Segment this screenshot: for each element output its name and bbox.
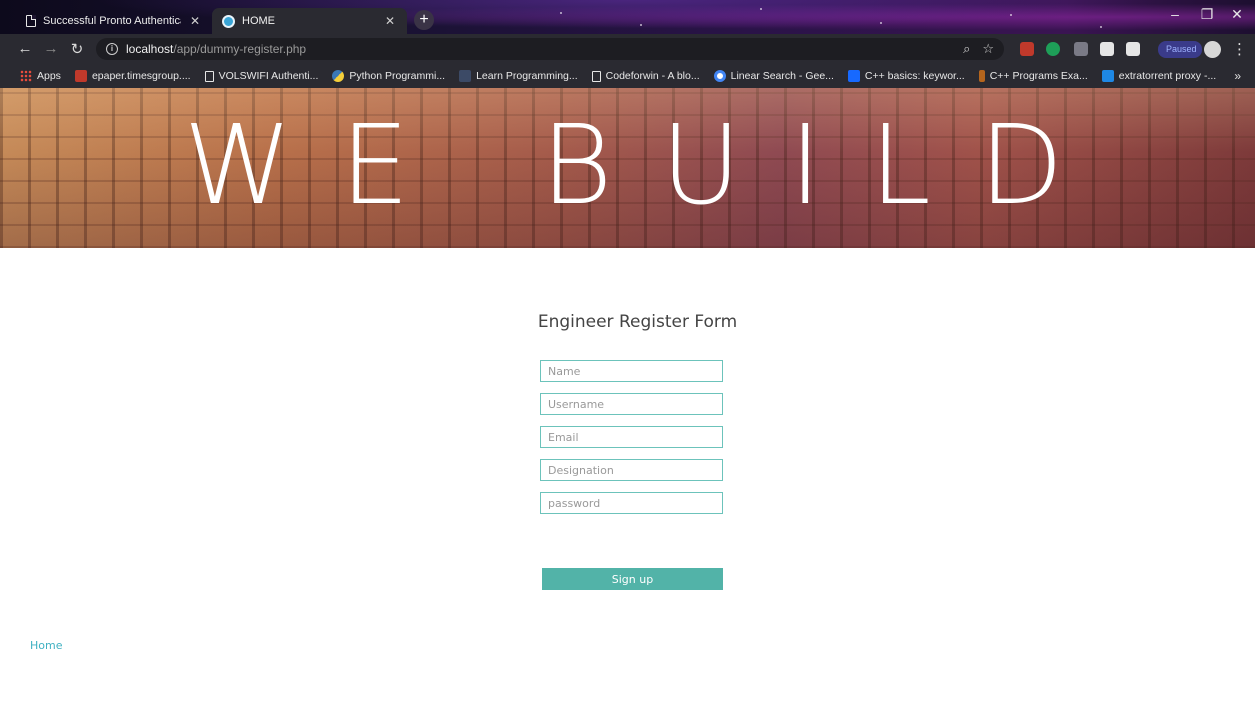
minimize-icon[interactable]: – <box>1160 6 1190 22</box>
name-input[interactable] <box>540 360 723 382</box>
bookmark-volswifi[interactable]: VOLSWIFI Authenti... <box>204 70 319 82</box>
browser-toolbar: ← → ↻ i localhost/app/dummy-register.php… <box>0 34 1255 64</box>
avatar[interactable] <box>1204 41 1221 58</box>
tab-title: HOME <box>242 15 275 27</box>
bookmark-cpp-basics[interactable]: C++ basics: keywor... <box>847 70 965 82</box>
tab-strip: Successful Pronto Authentication ✕ HOME … <box>0 0 1255 34</box>
bookmark-label: C++ Programs Exa... <box>989 70 1088 82</box>
tab-successful-pronto[interactable]: Successful Pronto Authentication ✕ <box>16 8 212 34</box>
document-icon <box>26 15 36 27</box>
bookmarks-bar: Apps epaper.timesgroup.... VOLSWIFI Auth… <box>0 64 1255 88</box>
hero-title: WE BUILD <box>183 101 1112 229</box>
bookmark-epaper[interactable]: epaper.timesgroup.... <box>74 70 191 82</box>
close-tab-icon[interactable]: ✕ <box>188 14 202 28</box>
info-icon[interactable]: i <box>106 43 118 55</box>
designation-input[interactable] <box>540 459 723 481</box>
lightbulb-extension-icon[interactable] <box>1074 42 1088 56</box>
back-arrow-icon[interactable]: ← <box>16 40 34 57</box>
form-title: Engineer Register Form <box>537 312 738 332</box>
bookmark-star-icon[interactable]: ☆ <box>982 41 994 57</box>
bookmark-codeforwin[interactable]: Codeforwin - A blo... <box>591 70 700 82</box>
zoom-icon[interactable]: ⌕ <box>963 41 970 57</box>
home-link[interactable]: Home <box>30 639 62 652</box>
programs-favicon-icon <box>978 70 985 82</box>
document-icon <box>591 70 601 82</box>
bookmark-learn-programming[interactable]: Learn Programming... <box>459 70 578 82</box>
username-input[interactable] <box>540 393 723 415</box>
url-text: localhost/app/dummy-register.php <box>126 42 307 56</box>
bookmark-label: C++ basics: keywor... <box>864 70 965 82</box>
more-bookmarks-icon[interactable]: » <box>1234 69 1241 83</box>
profile-paused-badge[interactable]: Paused <box>1158 41 1202 58</box>
extension-icon[interactable] <box>1126 42 1140 56</box>
bookmark-label: Python Programmi... <box>349 70 446 82</box>
bookmark-cpp-programs[interactable]: C++ Programs Exa... <box>978 70 1088 82</box>
sign-up-button[interactable]: Sign up <box>542 568 723 590</box>
extension-icon[interactable] <box>1100 42 1114 56</box>
python-favicon-icon <box>332 70 345 82</box>
new-tab-button[interactable]: + <box>414 10 434 30</box>
bookmark-label: VOLSWIFI Authenti... <box>218 70 319 82</box>
tab-title: Successful Pronto Authentication <box>43 15 181 27</box>
restore-icon[interactable]: ❐ <box>1192 6 1222 23</box>
google-favicon-icon <box>713 70 726 82</box>
bookmark-label: epaper.timesgroup.... <box>91 70 191 82</box>
is-favicon-icon <box>1101 70 1114 82</box>
bookmark-label: Codeforwin - A blo... <box>605 70 700 82</box>
grammarly-extension-icon[interactable] <box>1046 42 1060 56</box>
bookmark-label: extratorrent proxy -... <box>1118 70 1217 82</box>
forward-arrow-icon[interactable]: → <box>42 40 60 57</box>
bookmark-python[interactable]: Python Programmi... <box>332 70 445 82</box>
epaper-favicon-icon <box>74 70 87 82</box>
bookmark-label: Learn Programming... <box>476 70 578 82</box>
email-input[interactable] <box>540 426 723 448</box>
bookmark-label: Linear Search - Gee... <box>730 70 834 82</box>
document-icon <box>204 70 214 82</box>
close-tab-icon[interactable]: ✕ <box>383 14 397 28</box>
learn-favicon-icon <box>459 70 472 82</box>
bookmark-linear-search[interactable]: Linear Search - Gee... <box>713 70 834 82</box>
site-favicon-icon <box>222 14 235 28</box>
tab-home[interactable]: HOME ✕ <box>212 8 407 34</box>
address-bar[interactable]: i localhost/app/dummy-register.php ⌕ ☆ <box>96 38 1004 60</box>
hero-banner: WE BUILD <box>0 88 1255 248</box>
apps-grid-icon <box>20 70 32 82</box>
bookmark-extratorrent[interactable]: extratorrent proxy -... <box>1101 70 1217 82</box>
bookmark-label: Apps <box>37 70 61 82</box>
pdf-extension-icon[interactable] <box>1020 42 1034 56</box>
password-input[interactable] <box>540 492 723 514</box>
bookmark-apps[interactable]: Apps <box>20 70 61 82</box>
close-window-icon[interactable]: ✕ <box>1222 6 1252 23</box>
menu-dots-icon[interactable]: ⋮ <box>1232 40 1247 58</box>
behance-favicon-icon <box>847 70 860 82</box>
reload-icon[interactable]: ↻ <box>68 40 86 58</box>
